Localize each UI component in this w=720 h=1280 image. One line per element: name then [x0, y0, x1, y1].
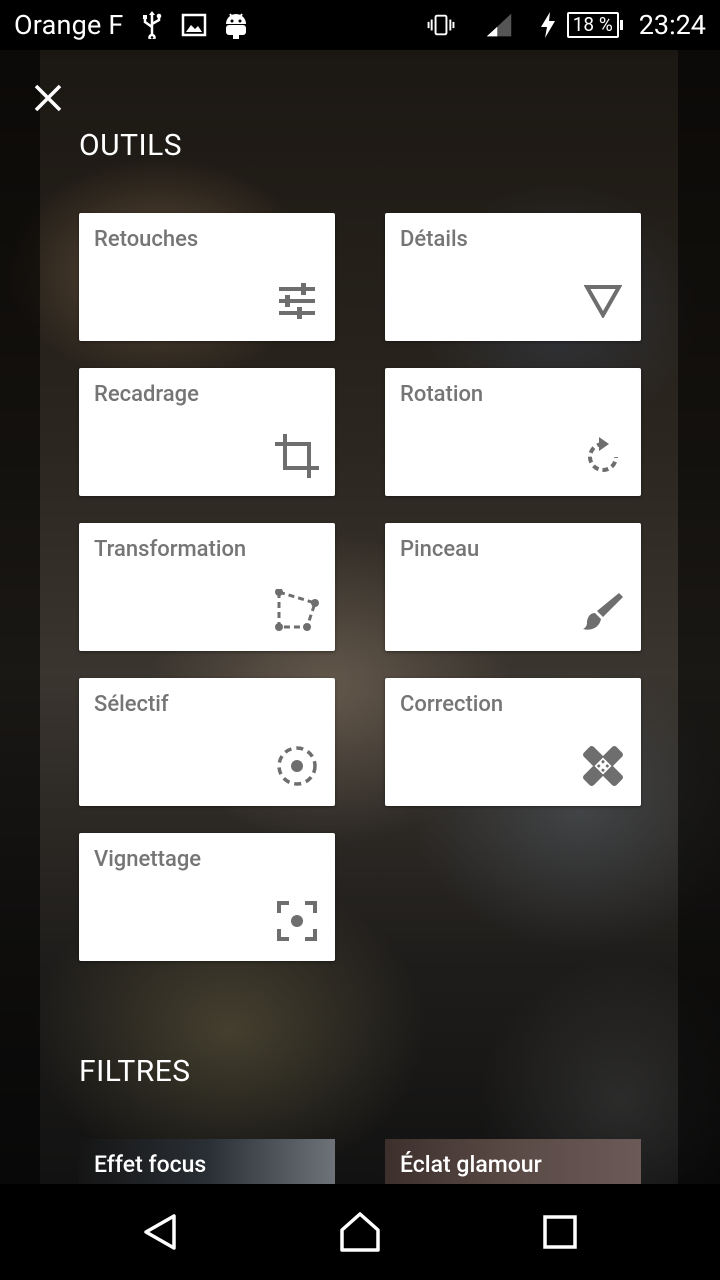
tool-label: Recadrage: [94, 382, 199, 407]
filter-card-effet-focus[interactable]: Effet focus: [79, 1139, 335, 1184]
vignette-icon: [275, 899, 319, 943]
android-icon: [222, 11, 250, 39]
navigation-bar: [0, 1184, 720, 1280]
tool-label: Rotation: [400, 382, 484, 407]
back-button[interactable]: [132, 1204, 188, 1260]
tool-card-retouches[interactable]: Retouches: [79, 213, 335, 341]
tool-label: Correction: [400, 692, 504, 717]
tool-label: Sélectif: [94, 692, 169, 717]
tools-section-title: OUTILS: [79, 128, 183, 163]
details-triangle-icon: [581, 279, 625, 323]
rotate-icon: [581, 434, 625, 478]
tool-label: Retouches: [94, 227, 199, 252]
recents-button[interactable]: [532, 1204, 588, 1260]
carrier-name: Orange F: [14, 9, 124, 41]
tool-card-selective[interactable]: Sélectif: [79, 678, 335, 806]
tool-label: Transformation: [94, 537, 247, 562]
charging-icon: [539, 11, 557, 39]
battery-percent: 18 %: [572, 13, 613, 36]
filter-card-eclat-glamour[interactable]: Éclat glamour: [385, 1139, 641, 1184]
selective-icon: [275, 744, 319, 788]
tool-card-transformation[interactable]: Transformation: [79, 523, 335, 651]
brush-icon: [581, 589, 625, 633]
recents-icon: [543, 1215, 577, 1249]
perspective-icon: [275, 589, 319, 633]
back-icon: [144, 1214, 176, 1250]
image-icon: [180, 11, 208, 39]
tool-card-details[interactable]: Détails: [385, 213, 641, 341]
home-icon: [340, 1212, 380, 1252]
filter-label: Éclat glamour: [400, 1151, 542, 1178]
tool-label: Vignettage: [94, 847, 202, 872]
tool-label: Pinceau: [400, 537, 480, 562]
tune-icon: [275, 279, 319, 323]
signal-icon: [485, 11, 513, 39]
tool-label: Détails: [400, 227, 468, 252]
crop-icon: [275, 434, 319, 478]
tool-card-rotation[interactable]: Rotation: [385, 368, 641, 496]
home-button[interactable]: [332, 1204, 388, 1260]
battery-indicator: 18 %: [566, 12, 623, 38]
filter-label: Effet focus: [94, 1151, 207, 1178]
tool-card-vignette[interactable]: Vignettage: [79, 833, 335, 961]
filters-section-title: FILTRES: [79, 1054, 191, 1089]
vibrate-icon: [427, 11, 455, 39]
close-button[interactable]: [28, 78, 68, 118]
tool-card-correction[interactable]: Correction: [385, 678, 641, 806]
status-bar: Orange F 18 % 23:24: [0, 0, 720, 50]
background-shade-left: [0, 50, 40, 1184]
tool-card-brush[interactable]: Pinceau: [385, 523, 641, 651]
clock: 23:24: [638, 9, 706, 41]
background-shade-right: [678, 50, 720, 1184]
usb-icon: [138, 11, 166, 39]
close-icon: [34, 84, 62, 112]
tool-card-crop[interactable]: Recadrage: [79, 368, 335, 496]
healing-icon: [581, 744, 625, 788]
